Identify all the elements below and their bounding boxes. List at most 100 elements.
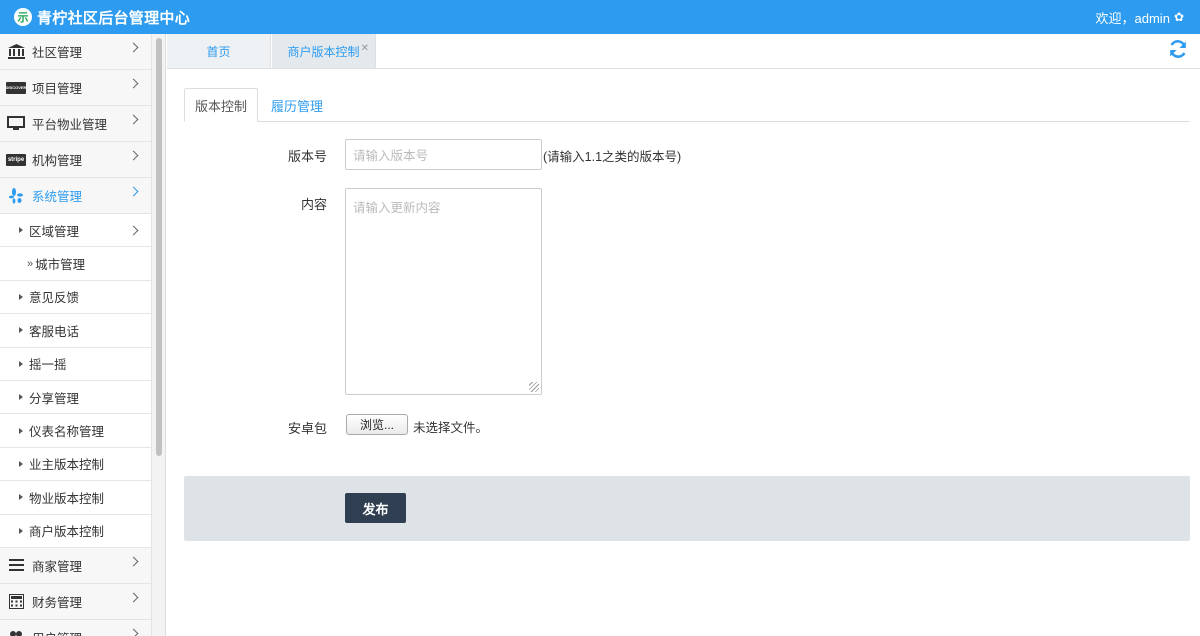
version-placeholder: 请输入版本号: [353, 149, 429, 163]
sidebar-subitem-city[interactable]: » 城市管理: [0, 247, 151, 281]
card-icon: DISCOVER: [6, 80, 26, 96]
subtab-label: 履历管理: [270, 98, 323, 114]
tab-history[interactable]: 履历管理: [262, 88, 332, 122]
sidebar-item-label: 机构管理: [32, 154, 83, 168]
chevron-right-icon: [128, 592, 139, 603]
caret-right-icon: [19, 460, 23, 467]
double-chevron-icon: »: [27, 257, 34, 270]
sidebar-subitem-service-phone[interactable]: 客服电话: [0, 314, 151, 348]
chevron-right-icon: [128, 556, 139, 567]
sidebar-item-label: 系统管理: [32, 190, 83, 204]
app-title: 青柠社区后台管理中心: [37, 9, 191, 27]
sidebar-item-projects[interactable]: DISCOVER 项目管理: [0, 70, 151, 106]
chevron-right-icon: [128, 186, 139, 197]
content-placeholder: 请输入更新内容: [353, 201, 441, 215]
page-tab-bar: 首页 商户版本控制 ✕: [167, 34, 1200, 69]
yelp-icon: [6, 187, 26, 204]
sidebar-item-label: 财务管理: [32, 595, 83, 610]
version-hint: (请输入1.1之类的版本号): [543, 150, 682, 164]
sidebar-subitem-label: 物业版本控制: [29, 491, 105, 506]
sidebar-item-label: 平台物业管理: [32, 118, 108, 132]
sidebar-subitem-shake[interactable]: 摇一摇: [0, 347, 151, 381]
sidebar-subitem-label: 城市管理: [35, 258, 86, 273]
main-content: 版本控制 履历管理 版本号 请输入版本号 (请输入1.1之类的版本号) 内容 请…: [167, 69, 1200, 636]
sidebar-item-label: 用户管理: [32, 628, 82, 636]
chevron-right-icon: [128, 42, 139, 53]
brand[interactable]: 示 青柠社区后台管理中心: [14, 0, 190, 34]
sidebar-subitem-feedback[interactable]: 意见反馈: [0, 280, 151, 315]
calculator-icon: [6, 593, 26, 609]
sidebar-subitem-label: 商户版本控制: [29, 525, 105, 540]
welcome-text: 欢迎，admin: [1095, 10, 1170, 26]
sidebar-item-organizations[interactable]: stripe 机构管理: [0, 142, 151, 178]
top-header: 示 青柠社区后台管理中心 欢迎，admin ✿: [0, 0, 1200, 34]
sidebar-subitem-label: 业主版本控制: [29, 458, 105, 473]
stripe-icon-text: stripe: [6, 153, 26, 166]
no-file-text: 未选择文件。: [413, 421, 489, 435]
content-tabs: 版本控制 履历管理: [184, 88, 1190, 122]
scrollbar-thumb[interactable]: [156, 38, 162, 456]
sidebar-subitem-property-version[interactable]: 物业版本控制: [0, 481, 151, 515]
caret-right-icon: [19, 293, 23, 300]
list-icon: [6, 557, 26, 573]
caret-right-icon: [19, 227, 23, 234]
tab-version-control[interactable]: 版本控制: [184, 88, 258, 122]
sidebar-subitem-merchant-version[interactable]: 商户版本控制: [0, 514, 151, 548]
sidebar-scrollbar[interactable]: [152, 34, 166, 636]
caret-right-icon: [19, 527, 23, 534]
sidebar: 社区管理 DISCOVER 项目管理 平台物业管理 stripe 机构管理 系统…: [0, 34, 152, 636]
sidebar-subitem-label: 客服电话: [29, 324, 80, 339]
tab-merchant-version[interactable]: 商户版本控制 ✕: [272, 34, 376, 68]
chevron-right-icon: [128, 150, 139, 161]
apk-label: 安卓包: [287, 421, 327, 436]
caret-right-icon: [19, 327, 23, 334]
chevron-right-icon: [128, 114, 139, 125]
refresh-icon[interactable]: [1168, 39, 1188, 65]
subtab-label: 版本控制: [194, 98, 247, 114]
tab-label: 商户版本控制: [287, 44, 360, 59]
close-icon[interactable]: ✕: [361, 43, 369, 54]
content-label: 内容: [300, 197, 327, 212]
chevron-right-icon: [128, 78, 139, 89]
sidebar-item-label: 项目管理: [32, 82, 83, 96]
sidebar-item-merchants[interactable]: 商家管理: [0, 547, 151, 584]
sidebar-subitem-meter-names[interactable]: 仪表名称管理: [0, 414, 151, 448]
version-label: 版本号: [287, 149, 327, 164]
tab-label: 首页: [206, 44, 231, 59]
sidebar-item-finance[interactable]: 财务管理: [0, 583, 151, 620]
caret-right-icon: [19, 427, 23, 434]
sidebar-item-community[interactable]: 社区管理: [0, 34, 151, 70]
sidebar-subitem-label: 仪表名称管理: [29, 425, 105, 440]
users-icon: [6, 629, 26, 636]
browse-button[interactable]: 浏览...: [346, 414, 408, 435]
sidebar-item-label: 商家管理: [32, 559, 83, 574]
form-actions: 发布: [184, 476, 1190, 541]
caret-right-icon: [19, 360, 23, 367]
monitor-icon: [6, 116, 26, 132]
sidebar-subitem-label: 区域管理: [29, 224, 80, 239]
app-logo-icon: 示: [14, 8, 32, 26]
card-icon-text: DISCOVER: [6, 81, 26, 94]
tab-home[interactable]: 首页: [167, 34, 271, 68]
chevron-right-icon: [128, 628, 139, 636]
sidebar-item-property[interactable]: 平台物业管理: [0, 106, 151, 142]
version-input[interactable]: 请输入版本号: [345, 139, 542, 170]
publish-button[interactable]: 发布: [345, 493, 406, 523]
sidebar-subitem-owner-version[interactable]: 业主版本控制: [0, 447, 151, 482]
sidebar-item-label: 社区管理: [32, 46, 83, 60]
sidebar-subitem-label: 分享管理: [29, 391, 80, 406]
caret-right-icon: [19, 394, 23, 401]
gear-icon[interactable]: ✿: [1174, 10, 1184, 24]
sidebar-subitem-label: 摇一摇: [29, 358, 67, 373]
sidebar-subitem-region[interactable]: 区域管理: [0, 214, 151, 248]
caret-right-icon: [19, 494, 23, 501]
sidebar-subitem-share[interactable]: 分享管理: [0, 380, 151, 415]
content-textarea[interactable]: 请输入更新内容: [345, 188, 542, 395]
bank-icon: [6, 44, 26, 60]
stripe-icon: stripe: [6, 152, 26, 168]
sidebar-subitem-label: 意见反馈: [29, 291, 80, 306]
resize-handle-icon[interactable]: [529, 382, 539, 392]
user-menu[interactable]: 欢迎，admin ✿: [1096, 0, 1184, 34]
sidebar-item-users[interactable]: 用户管理: [0, 619, 151, 636]
sidebar-item-system[interactable]: 系统管理: [0, 178, 151, 214]
